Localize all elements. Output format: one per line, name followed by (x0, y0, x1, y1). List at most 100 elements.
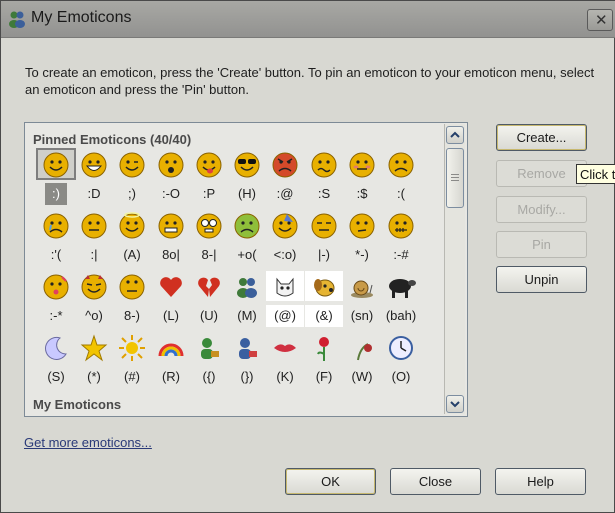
scroll-up-button[interactable] (446, 126, 464, 144)
msn-buddies-icon[interactable] (228, 271, 266, 301)
emoticon-shortcut[interactable]: (A) (113, 244, 151, 266)
wilted-rose-icon[interactable] (343, 332, 381, 362)
sick-icon[interactable] (228, 210, 266, 240)
emoticon-shortcut[interactable]: +o( (228, 244, 266, 266)
close-window-button[interactable]: ✕ (587, 9, 613, 31)
sunglasses-icon[interactable] (228, 149, 266, 179)
remove-button[interactable]: Remove (496, 160, 587, 187)
emoticon-row (33, 271, 443, 303)
get-more-emoticons-link[interactable]: Get more emoticons... (24, 435, 152, 450)
close-button[interactable]: Close (390, 468, 481, 495)
emoticon-shortcut[interactable]: :( (382, 183, 420, 205)
emoticon-shortcut[interactable]: :S (305, 183, 343, 205)
sarcastic-icon[interactable] (305, 210, 343, 240)
rainbow-icon[interactable] (152, 332, 190, 362)
emoticon-shortcut[interactable]: :-* (37, 305, 75, 327)
snail-icon[interactable] (343, 271, 381, 301)
emoticon-shortcut[interactable]: (F) (305, 366, 343, 388)
shortcut-row: :) :D;):-O:P (H):@:S:$:( (33, 181, 443, 210)
emoticon-shortcut[interactable]: ;) (113, 183, 151, 205)
lips-icon[interactable] (266, 332, 304, 362)
shortcut-row: :-* ^o) 8-) (L) (U) (M) (@) (&) (sn) (bah) (33, 303, 443, 332)
emoticon-shortcut[interactable]: (L) (152, 305, 190, 327)
ok-button[interactable]: OK (285, 468, 376, 495)
confused-icon[interactable] (305, 149, 343, 179)
moon-icon[interactable] (37, 332, 75, 362)
emoticon-shortcut[interactable]: :| (75, 244, 113, 266)
emoticon-shortcut[interactable]: (bah) (382, 305, 420, 327)
nerd-icon[interactable] (190, 210, 228, 240)
surprised-icon[interactable] (152, 149, 190, 179)
emoticon-shortcut[interactable]: (#) (113, 366, 151, 388)
emoticon-shortcut[interactable]: <:o) (266, 244, 304, 266)
angel-icon[interactable] (113, 210, 151, 240)
emoticon-shortcut[interactable]: *-) (343, 244, 381, 266)
girl-icon[interactable] (228, 332, 266, 362)
sun-icon[interactable] (113, 332, 151, 362)
eye-roll-icon[interactable] (113, 271, 151, 301)
emoticon-shortcut[interactable]: :-# (382, 244, 420, 266)
emoticon-shortcut[interactable]: :) (45, 183, 67, 205)
red-rose-icon[interactable] (305, 332, 343, 362)
create-button[interactable]: Create... (496, 124, 587, 151)
red-heart-icon[interactable] (152, 271, 190, 301)
emoticon-list-scrollbar[interactable] (444, 124, 465, 414)
thinking-icon[interactable] (343, 210, 381, 240)
tongue-out-icon[interactable] (190, 149, 228, 179)
crying-icon[interactable] (37, 210, 75, 240)
dog-icon[interactable] (305, 271, 343, 301)
emoticon-shortcut[interactable]: (K) (266, 366, 304, 388)
emoticon-shortcut[interactable]: 8-| (190, 244, 228, 266)
boy-icon[interactable] (190, 332, 228, 362)
scroll-down-button[interactable] (446, 395, 464, 413)
disappointed-icon[interactable] (75, 210, 113, 240)
big-grin-icon[interactable] (75, 149, 113, 179)
embarrassed-icon[interactable] (343, 149, 381, 179)
emoticon-shortcut[interactable]: (@) (266, 305, 304, 327)
emoticon-shortcut[interactable]: :P (190, 183, 228, 205)
scroll-thumb[interactable] (446, 148, 464, 208)
emoticon-shortcut[interactable]: ({) (190, 366, 228, 388)
emoticon-shortcut[interactable]: (}) (228, 366, 266, 388)
title-bar[interactable]: My Emoticons ✕ (1, 1, 615, 38)
emoticon-shortcut[interactable]: (*) (75, 366, 113, 388)
emoticon-shortcut[interactable]: (S) (37, 366, 75, 388)
clock-icon[interactable] (382, 332, 420, 362)
star-icon[interactable] (75, 332, 113, 362)
cat-icon[interactable] (266, 271, 304, 301)
emoticon-shortcut[interactable]: ^o) (75, 305, 113, 327)
party-icon[interactable] (266, 210, 304, 240)
modify-button[interactable]: Modify... (496, 196, 587, 223)
help-button[interactable]: Help (495, 468, 586, 495)
emoticon-list[interactable]: Pinned Emoticons (40/40) :):D;):-O:P (H):… (24, 122, 468, 417)
emoticon-shortcut[interactable]: :-O (152, 183, 190, 205)
sad-icon[interactable] (382, 149, 420, 179)
devil-icon[interactable] (75, 271, 113, 301)
emoticon-shortcut[interactable]: (sn) (343, 305, 381, 327)
emoticon-shortcut[interactable]: (O) (382, 366, 420, 388)
emoticon-shortcut[interactable]: (H) (228, 183, 266, 205)
secret-icon[interactable] (382, 210, 420, 240)
pin-button[interactable]: Pin (496, 231, 587, 258)
close-icon: ✕ (595, 12, 608, 29)
emoticon-shortcut[interactable]: (M) (228, 305, 266, 327)
emoticon-shortcut[interactable]: |-) (305, 244, 343, 266)
emoticon-shortcut[interactable]: (R) (152, 366, 190, 388)
black-sheep-icon[interactable] (382, 271, 420, 301)
wink-icon[interactable] (113, 149, 151, 179)
emoticon-shortcut[interactable]: (W) (343, 366, 381, 388)
emoticon-shortcut[interactable]: (U) (190, 305, 228, 327)
broken-heart-icon[interactable] (190, 271, 228, 301)
unpin-button[interactable]: Unpin (496, 266, 587, 293)
kiss-icon[interactable] (37, 271, 75, 301)
smile-icon[interactable] (36, 148, 76, 180)
baring-teeth-icon[interactable] (152, 210, 190, 240)
emoticon-shortcut[interactable]: :D (75, 183, 113, 205)
emoticon-shortcut[interactable]: :$ (343, 183, 381, 205)
emoticon-shortcut[interactable]: :'( (37, 244, 75, 266)
emoticon-shortcut[interactable]: 8-) (113, 305, 151, 327)
emoticon-shortcut[interactable]: 8o| (152, 244, 190, 266)
emoticon-shortcut[interactable]: (&) (305, 305, 343, 327)
emoticon-shortcut[interactable]: :@ (266, 183, 304, 205)
angry-icon[interactable] (266, 149, 304, 179)
